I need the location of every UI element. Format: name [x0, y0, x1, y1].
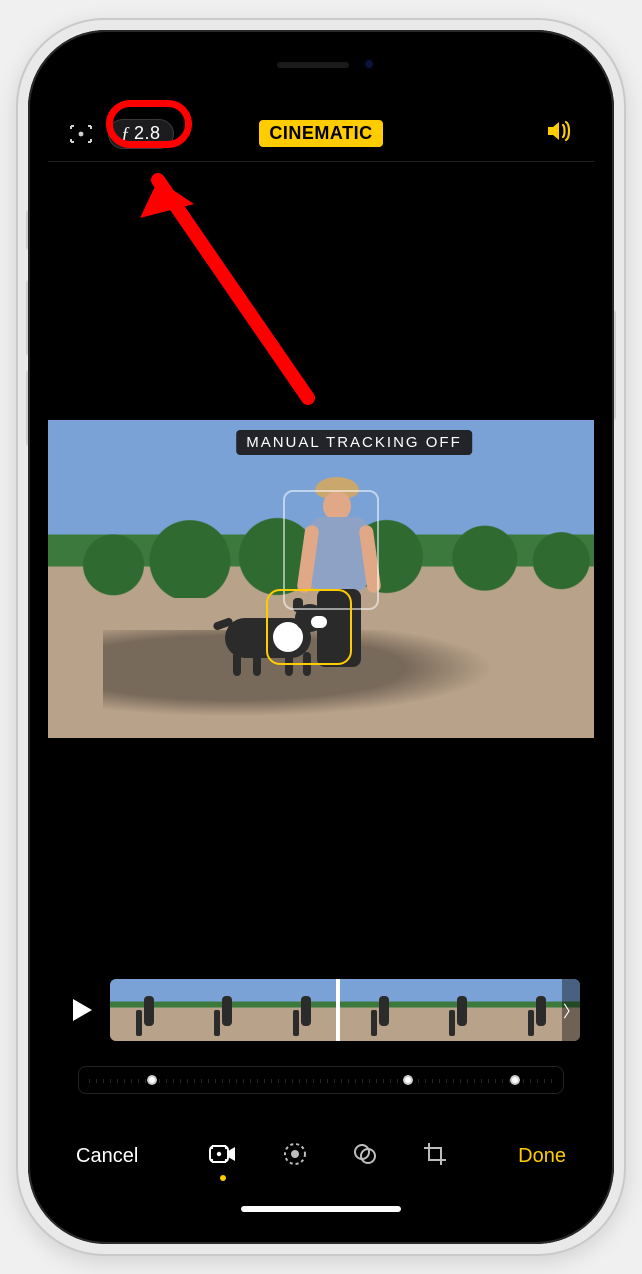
crop-tool-icon[interactable] — [422, 1141, 448, 1172]
depth-keyframe[interactable] — [510, 1075, 520, 1085]
clip-thumbnail — [188, 979, 266, 1041]
device-bezel: ƒ 2.8 CINEMATIC — [28, 30, 614, 1244]
clip-thumbnail — [423, 979, 501, 1041]
editor-bottom-bar: Cancel — [48, 1124, 594, 1188]
play-button[interactable] — [62, 979, 102, 1041]
clip-thumbnail — [110, 979, 188, 1041]
editor-top-bar: ƒ 2.8 CINEMATIC — [48, 106, 594, 162]
notch — [201, 50, 441, 84]
cinematic-frame-icon[interactable] — [68, 123, 94, 145]
filters-tool-icon[interactable] — [352, 1141, 378, 1172]
focus-rect-primary[interactable] — [266, 589, 352, 665]
tracking-status-label: MANUAL TRACKING OFF — [236, 430, 472, 455]
device-frame: ƒ 2.8 CINEMATIC — [18, 20, 624, 1254]
mode-badge[interactable]: CINEMATIC — [259, 120, 382, 147]
depth-ticks — [89, 1079, 553, 1083]
clip-thumbnail — [345, 979, 423, 1041]
clip-thumbnail — [267, 979, 345, 1041]
done-button[interactable]: Done — [518, 1145, 566, 1168]
volume-icon[interactable] — [546, 130, 574, 147]
depth-keyframe[interactable] — [403, 1075, 413, 1085]
timeline: 〈 〉 — [62, 974, 580, 1046]
playhead[interactable] — [336, 979, 340, 1041]
home-indicator[interactable] — [241, 1206, 401, 1212]
trim-handle-right[interactable]: 〉 — [562, 979, 580, 1041]
depth-ruler[interactable] — [78, 1066, 564, 1094]
depth-keyframe[interactable] — [147, 1075, 157, 1085]
aperture-f-glyph: ƒ — [121, 123, 130, 144]
adjust-tool-icon[interactable] — [282, 1141, 308, 1172]
aperture-value: 2.8 — [134, 123, 161, 144]
video-tool-icon[interactable] — [208, 1142, 238, 1171]
tool-row — [208, 1141, 448, 1172]
clip-strip[interactable]: 〈 〉 — [110, 979, 580, 1041]
aperture-button[interactable]: ƒ 2.8 — [108, 119, 174, 149]
video-preview[interactable]: MANUAL TRACKING OFF — [48, 420, 594, 738]
screen: ƒ 2.8 CINEMATIC — [48, 50, 594, 1224]
annotation-arrow-icon — [138, 148, 328, 408]
cancel-button[interactable]: Cancel — [76, 1145, 138, 1168]
